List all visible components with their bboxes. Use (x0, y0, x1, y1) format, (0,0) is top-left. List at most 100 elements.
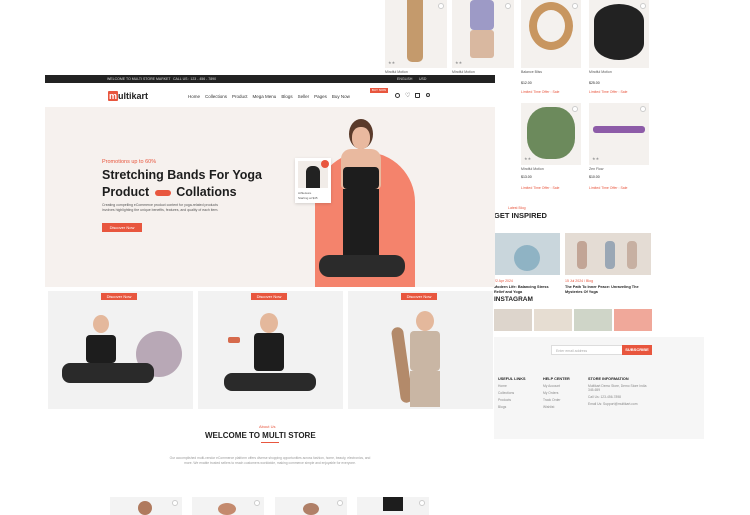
footer-link[interactable]: Products (498, 398, 526, 402)
category-tile[interactable]: Discover Now (198, 291, 343, 409)
top-bar: WELCOME TO MULTI STORE MARKET CALL US : … (45, 75, 495, 83)
footer-col: USEFUL LINKS Home Collections Products B… (498, 377, 526, 409)
nav-item-buy-now[interactable]: Buy Now (332, 94, 350, 99)
category-tile[interactable]: Discover Now (348, 291, 493, 409)
welcome-text: WELCOME TO MULTI STORE MARKET (107, 77, 171, 81)
wishlist-icon[interactable] (640, 3, 646, 9)
rating-icon: ★★ (524, 156, 532, 161)
footer-link[interactable]: My Orders (543, 391, 570, 395)
wishlist-icon[interactable] (438, 3, 444, 9)
product-name[interactable]: Mindful Motion (385, 70, 408, 74)
logo[interactable]: multikart (108, 91, 148, 101)
product-name[interactable]: Mindful Motion (589, 70, 612, 74)
main-nav: Home Collections Product Mega Menu Blogs… (188, 94, 355, 99)
product-image[interactable] (110, 497, 182, 515)
footer-col: STORE INFORMATION Multikart Demo Store, … (588, 377, 650, 406)
instagram-image[interactable] (574, 309, 612, 331)
product-image[interactable] (521, 0, 581, 68)
hero-cta-button[interactable]: Discover Now (102, 223, 142, 232)
nav-item-product[interactable]: Product (232, 94, 248, 99)
user-icon[interactable] (426, 93, 430, 97)
wishlist-icon[interactable] (640, 106, 646, 112)
hero-model (319, 115, 405, 287)
tile-cta-button[interactable]: Discover Now (401, 293, 437, 300)
product-image[interactable]: ★★ (589, 103, 649, 165)
product-image[interactable] (192, 497, 264, 515)
product-image[interactable]: ★★ (385, 0, 447, 68)
footer-link[interactable]: Blogs (498, 405, 526, 409)
nav-item-seller[interactable]: Seller (298, 94, 310, 99)
nav-item-collections[interactable]: Collections (205, 94, 227, 99)
nav-item-home[interactable]: Home (188, 94, 200, 99)
phone-text: CALL US : 123 - 456 - 7890 (173, 77, 217, 81)
product-image[interactable]: ★★ (521, 103, 581, 165)
tile-cta-button[interactable]: Discover Now (251, 293, 287, 300)
wishlist-icon[interactable] (572, 3, 578, 9)
logo-m: m (108, 91, 119, 101)
store-email: Email Us: Support@multikart.com (588, 402, 638, 406)
wishlist-icon[interactable] (572, 106, 578, 112)
wishlist-icon[interactable] (172, 500, 178, 506)
product-name[interactable]: Zen Flow (589, 167, 603, 171)
instagram-image[interactable] (534, 309, 572, 331)
blog-image[interactable] (565, 233, 651, 275)
blog-post-title[interactable]: The Path To Inner Peace: Unraveling The … (565, 285, 651, 295)
blog-post-title[interactable]: Modern Life: Balancing Stress Relief and… (494, 285, 556, 295)
product-image[interactable]: ★★ (452, 0, 514, 68)
wishlist-icon[interactable] (254, 500, 260, 506)
footer-link[interactable]: Track Order (543, 398, 570, 402)
blog-date: 22 Apr 2024 (494, 279, 513, 283)
search-icon[interactable] (395, 93, 400, 98)
blog-date: 15 Jul 2024 / Blog (565, 279, 594, 283)
heart-icon[interactable]: ♡ (405, 92, 410, 99)
footer-link[interactable]: Wishlist (543, 405, 570, 409)
tile-cta-button[interactable]: Discover Now (101, 293, 137, 300)
offer-label: Limited Time Offer : Sale (521, 186, 560, 190)
product-image[interactable] (275, 497, 347, 515)
mini-card-price: Starting at $45 (298, 196, 318, 200)
wishlist-icon[interactable] (505, 3, 511, 9)
footer-col-title: USEFUL LINKS (498, 377, 526, 381)
nav-item-mega-menu[interactable]: Mega Menu (253, 94, 277, 99)
offer-label: Limited Time Offer : Sale (589, 186, 628, 190)
footer-link[interactable]: Collections (498, 391, 526, 395)
hero-banner: Athleisure Starting at $45 Promotions up… (45, 107, 495, 287)
product-name[interactable]: Balance Bliss (521, 70, 542, 74)
welcome-body: Our accomplished multi-vendor eCommerce … (169, 456, 371, 465)
welcome-eyebrow: About Us (259, 424, 276, 429)
blog-eyebrow: Latest Blog (508, 206, 526, 210)
hero-description: Creating compelling eCommerce product co… (102, 203, 219, 212)
blog-image[interactable] (494, 233, 560, 275)
header: multikart Home Collections Product Mega … (45, 83, 495, 107)
offer-label: Limited Time Offer : Sale (521, 90, 560, 94)
wishlist-icon[interactable] (419, 500, 425, 506)
wishlist-icon[interactable] (337, 500, 343, 506)
product-name[interactable]: Mindful Motion (452, 70, 475, 74)
instagram-image[interactable] (614, 309, 652, 331)
nav-item-pages[interactable]: Pages (314, 94, 327, 99)
logo-text: ultikart (118, 91, 149, 101)
product-image[interactable] (589, 0, 649, 68)
hero-title-word-collations: Collations (176, 185, 237, 199)
product-image[interactable] (357, 497, 429, 515)
cart-icon[interactable] (415, 93, 420, 98)
product-name[interactable]: Mindful Motion (521, 167, 544, 171)
newsletter-placeholder: Enter email address (556, 349, 588, 353)
product-price: $25.00 (589, 81, 600, 85)
language-select[interactable]: ENGLISH (397, 77, 412, 81)
hero-title-line2: Product Collations (102, 185, 237, 199)
welcome-underline (261, 442, 279, 443)
instagram-image[interactable] (494, 309, 532, 331)
footer-col-title: STORE INFORMATION (588, 377, 629, 381)
currency-select[interactable]: USD (419, 77, 426, 81)
product-price: $13.00 (521, 175, 532, 179)
footer-col-title: HELP CENTER (543, 377, 570, 381)
footer-link[interactable]: My Account (543, 384, 570, 388)
store-phone: Call Us: 123-456-7898 (588, 395, 621, 399)
footer-link[interactable]: Home (498, 384, 526, 388)
category-tile[interactable]: Discover Now (48, 291, 193, 409)
subscribe-button[interactable]: SUBSCRIBE (622, 345, 652, 355)
footer-col: HELP CENTER My Account My Orders Track O… (543, 377, 570, 409)
newsletter-input[interactable]: Enter email address (551, 345, 623, 355)
nav-item-blogs[interactable]: Blogs (281, 94, 292, 99)
